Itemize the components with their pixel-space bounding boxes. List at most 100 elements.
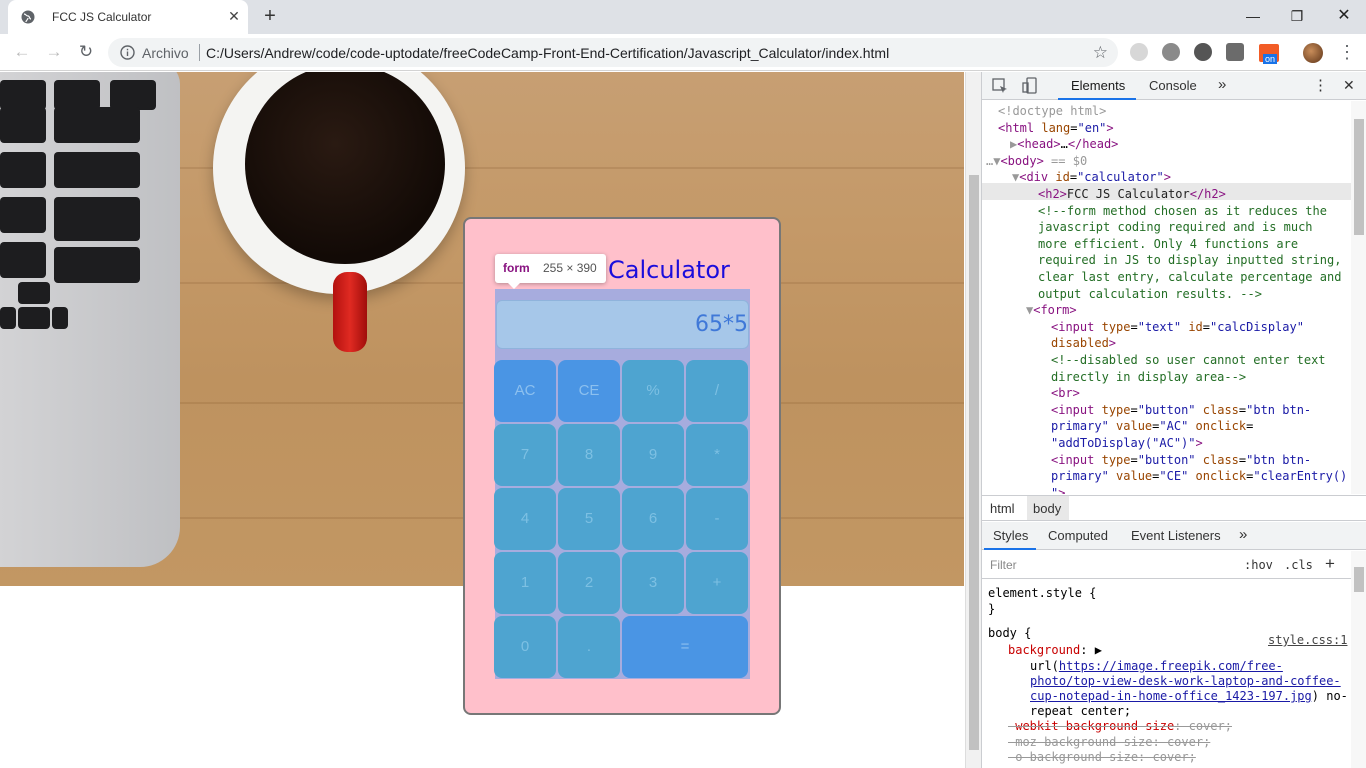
profile-avatar[interactable] (1303, 43, 1323, 63)
dom-line[interactable]: <!--disabled so user cannot enter text (1051, 352, 1326, 368)
dom-line[interactable]: ▼<div id="calculator"> (1012, 169, 1171, 185)
dom-tree[interactable]: <!doctype html> <html lang="en"> ▶<head>…<… (982, 101, 1352, 494)
calc-key-0-2[interactable]: % (622, 360, 684, 422)
tab-close-icon[interactable]: ✕ (226, 8, 242, 24)
dom-line[interactable]: <html lang="en"> (998, 120, 1114, 136)
url-text[interactable]: C:/Users/Andrew/code/code-uptodate/freeC… (206, 45, 889, 61)
more-subtabs-icon[interactable]: » (1239, 526, 1247, 543)
inspect-element-icon[interactable] (991, 77, 1009, 95)
devtools-tabbar: Elements Console » ⋮ ✕ (982, 72, 1366, 100)
calc-key-0-1[interactable]: CE (558, 360, 620, 422)
breadcrumb-html[interactable]: html (990, 501, 1015, 516)
calc-key-1-0[interactable]: 7 (494, 424, 556, 486)
dom-scrollbar[interactable] (1351, 101, 1366, 494)
new-style-rule-icon[interactable]: + (1325, 554, 1335, 574)
dom-line[interactable]: <br> (1051, 385, 1080, 401)
styles-scrollbar[interactable] (1351, 551, 1366, 768)
calc-key-0-0[interactable]: AC (494, 360, 556, 422)
hov-toggle[interactable]: :hov (1244, 558, 1273, 572)
dom-line[interactable]: clear last entry, calculate percentage a… (1038, 269, 1341, 285)
dom-line[interactable]: ▶<head>…</head> (1010, 136, 1118, 152)
laptop-image (0, 72, 180, 567)
reload-button[interactable]: ↻ (75, 42, 97, 62)
tab-elements[interactable]: Elements (1071, 78, 1125, 93)
style-source-link[interactable]: style.css:1 (1268, 632, 1347, 648)
dom-line[interactable]: javascript coding required and is much (1038, 219, 1313, 235)
filter-input[interactable]: Filter (990, 558, 1017, 572)
dom-line[interactable]: <input type="text" id="calcDisplay" (1051, 319, 1304, 335)
cup-handle-image (333, 272, 367, 352)
new-tab-button[interactable]: + (260, 6, 280, 26)
dom-line[interactable]: ▼<form> (1026, 302, 1077, 318)
dom-line[interactable]: "> (1051, 485, 1065, 494)
style-line: background: ▶ (1008, 643, 1102, 657)
styles-subtabs: Styles Computed Event Listeners » (982, 522, 1366, 550)
dom-line[interactable]: output calculation results. --> (1038, 286, 1262, 302)
devtools-panel: Elements Console » ⋮ ✕ <!doctype html> <h… (981, 72, 1366, 768)
calc-key-1-3[interactable]: * (686, 424, 748, 486)
more-tabs-icon[interactable]: » (1218, 76, 1226, 93)
dom-line[interactable]: <!--form method chosen as it reduces the (1038, 203, 1327, 219)
calc-key-4-0[interactable]: 0 (494, 616, 556, 678)
address-bar[interactable]: Archivo C:/Users/Andrew/code/code-uptoda… (108, 38, 1118, 67)
style-line: } (988, 602, 996, 616)
devtools-close-icon[interactable]: ✕ (1343, 77, 1355, 94)
calc-key-3-0[interactable]: 1 (494, 552, 556, 614)
minimize-button[interactable]: — (1241, 6, 1265, 26)
cls-toggle[interactable]: .cls (1284, 558, 1313, 572)
calc-key-4-1[interactable]: . (558, 616, 620, 678)
style-line: body { (988, 626, 1032, 640)
window-close-button[interactable]: ✕ (1332, 6, 1356, 26)
extension-icon-5[interactable]: on (1259, 44, 1279, 64)
page-scrollbar-thumb[interactable] (969, 175, 979, 750)
restore-button[interactable]: ❐ (1285, 6, 1309, 26)
tab-event-listeners[interactable]: Event Listeners (1131, 528, 1221, 543)
dom-line[interactable]: <h2>FCC JS Calculator</h2> (1038, 186, 1226, 202)
styles-pane[interactable]: element.style {} body {background: ▶ url(… (982, 580, 1352, 768)
extension-badge: on (1263, 54, 1278, 64)
calc-key-2-1[interactable]: 5 (558, 488, 620, 550)
breadcrumb-body[interactable]: body (1033, 501, 1061, 516)
page-scrollbar[interactable] (965, 72, 981, 768)
style-line: -o-background-size: cover; (1008, 750, 1196, 764)
dom-line[interactable]: primary" value="CE" onclick="clearEntry(… (1051, 468, 1347, 484)
browser-menu-icon[interactable]: ⋮ (1336, 42, 1358, 62)
dom-line[interactable]: <input type="button" class="btn btn- (1051, 452, 1311, 468)
tab-styles[interactable]: Styles (993, 528, 1028, 543)
dom-line[interactable]: <input type="button" class="btn btn- (1051, 402, 1311, 418)
tab-console[interactable]: Console (1149, 78, 1197, 93)
site-info-label[interactable]: Archivo (142, 45, 189, 61)
info-icon[interactable] (120, 45, 135, 60)
extension-icon-1[interactable] (1130, 43, 1148, 61)
dom-line[interactable]: directly in display area--> (1051, 369, 1246, 385)
dom-line[interactable]: primary" value="AC" onclick= (1051, 418, 1253, 434)
browser-tab[interactable]: FCC JS Calculator ✕ (8, 0, 248, 34)
forward-button[interactable]: → (43, 42, 65, 62)
back-button[interactable]: ← (11, 42, 33, 62)
calc-key-3-3[interactable]: + (686, 552, 748, 614)
dom-line[interactable]: …▼<body> == $0 (986, 153, 1087, 169)
calc-key-1-2[interactable]: 9 (622, 424, 684, 486)
calc-key-0-3[interactable]: / (686, 360, 748, 422)
dom-line[interactable]: disabled> (1051, 335, 1116, 351)
calc-key-2-3[interactable]: - (686, 488, 748, 550)
calc-key-1-1[interactable]: 8 (558, 424, 620, 486)
calc-key-4-2[interactable]: = (622, 616, 748, 678)
extension-icon-3[interactable] (1194, 43, 1212, 61)
tooltip-tag: form (503, 261, 530, 275)
device-toolbar-icon[interactable] (1021, 77, 1039, 95)
calc-key-3-2[interactable]: 3 (622, 552, 684, 614)
tab-computed[interactable]: Computed (1048, 528, 1108, 543)
dom-line[interactable]: "addToDisplay("AC")"> (1051, 435, 1203, 451)
style-line: -webkit-background-size: cover; (1008, 719, 1232, 733)
dom-line[interactable]: required in JS to display inputted strin… (1038, 252, 1341, 268)
calc-key-3-1[interactable]: 2 (558, 552, 620, 614)
extension-icon-4[interactable] (1226, 43, 1244, 61)
dom-line[interactable]: more efficient. Only 4 functions are (1038, 236, 1298, 252)
extension-icon-2[interactable] (1162, 43, 1180, 61)
calc-key-2-2[interactable]: 6 (622, 488, 684, 550)
dom-line[interactable]: <!doctype html> (998, 103, 1106, 119)
devtools-menu-icon[interactable]: ⋮ (1313, 76, 1328, 94)
calc-key-2-0[interactable]: 4 (494, 488, 556, 550)
bookmark-star-icon[interactable]: ☆ (1093, 43, 1108, 63)
